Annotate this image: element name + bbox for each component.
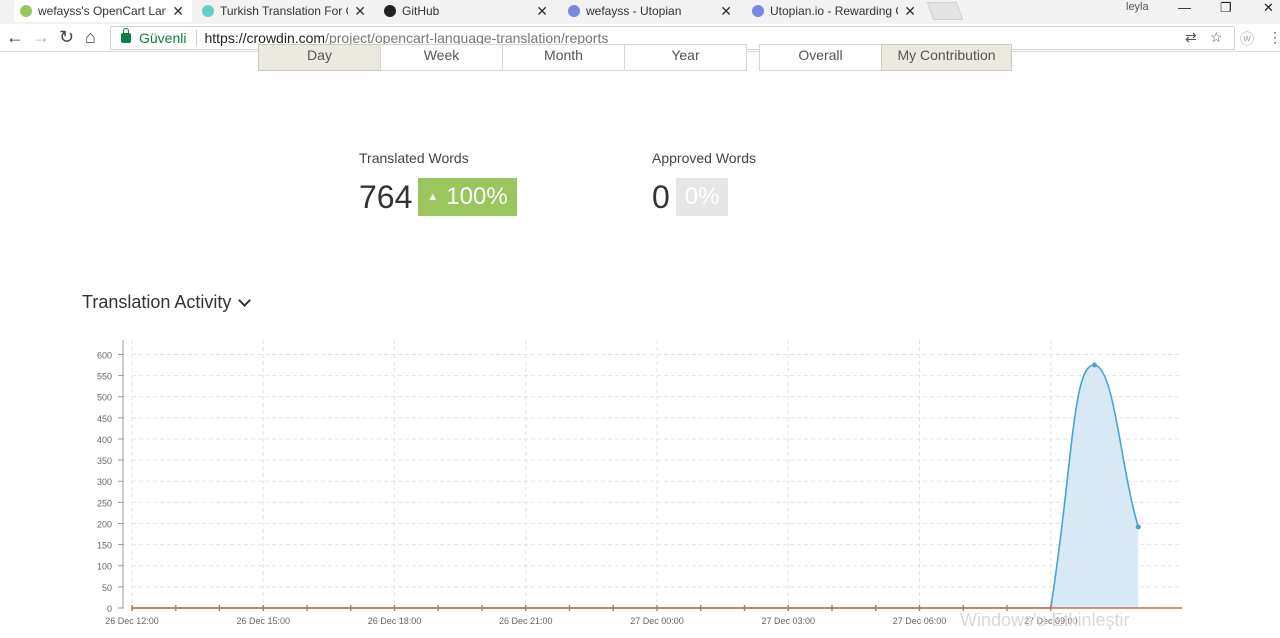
tab-month[interactable]: Month xyxy=(502,44,625,71)
forward-icon[interactable]: → xyxy=(32,27,50,47)
x-tick-label: 26 Dec 12:00 xyxy=(105,616,159,626)
stat-value: 764 xyxy=(359,178,413,215)
tab-github[interactable]: GitHub ✕ xyxy=(378,0,556,22)
crowdin-icon xyxy=(20,5,32,17)
y-tick-label: 550 xyxy=(97,372,112,382)
tab-label: GitHub xyxy=(402,4,440,18)
tab-label: wefayss - Utopian xyxy=(586,4,682,18)
menu-icon[interactable]: ⋮ xyxy=(1268,29,1280,46)
x-tick-label: 26 Dec 15:00 xyxy=(236,616,290,626)
bookmark-star-icon[interactable]: ☆ xyxy=(1210,29,1223,46)
close-icon[interactable]: ✕ xyxy=(536,3,548,20)
close-icon[interactable]: ✕ xyxy=(354,3,366,20)
y-tick-label: 100 xyxy=(97,562,112,572)
period-tab-group: Day Week Month Year xyxy=(258,44,747,71)
secure-label: Güvenli xyxy=(139,30,187,46)
x-tick-label: 27 Dec 06:00 xyxy=(893,616,947,626)
translation-activity-chart: 0 50 100 150 200 250 300 350 400 450 500 550 600 26 D… xyxy=(97,340,1182,626)
tab-label: Turkish Translation For O xyxy=(220,4,349,18)
tab-label: Utopian.io - Rewarding C xyxy=(770,4,899,18)
y-tick-label: 600 xyxy=(97,350,112,360)
percent-badge: ▲ 100% xyxy=(418,178,517,216)
y-tick-label: 150 xyxy=(97,541,112,551)
windows-activation-watermark: Windows'u Etkinleştir xyxy=(960,610,1130,630)
window-close-icon[interactable]: ✕ xyxy=(1263,0,1274,16)
new-tab-button[interactable] xyxy=(926,2,964,20)
tab-strip: wefayss's OpenCart Lang ✕ Turkish Transl… xyxy=(0,0,1280,24)
profile-name[interactable]: leyla xyxy=(1126,1,1149,13)
tab-day[interactable]: Day xyxy=(258,44,381,71)
wordpress-extension-icon[interactable]: ⓦ xyxy=(1240,29,1254,49)
y-tick-label: 400 xyxy=(97,435,112,445)
utopian-icon xyxy=(752,5,764,17)
series-line xyxy=(132,364,1140,609)
stat-label: Translated Words xyxy=(359,150,469,166)
translate-icon[interactable]: ⇄ xyxy=(1185,29,1197,46)
scope-tab-group: Overall My Contribution xyxy=(759,44,1012,71)
y-tick-label: 200 xyxy=(97,519,112,529)
y-tick-label: 450 xyxy=(97,414,112,424)
utopian-icon xyxy=(568,5,580,17)
home-icon[interactable]: ⌂ xyxy=(85,27,96,47)
restore-icon[interactable]: ❐ xyxy=(1220,0,1232,16)
tab-crowdin[interactable]: wefayss's OpenCart Lang ✕ xyxy=(14,0,192,22)
y-tick-label: 250 xyxy=(97,498,112,508)
badge-text: 100% xyxy=(446,183,508,210)
utopian-icon xyxy=(202,5,214,17)
translated-words-stat: Translated Words 764 ▲ 100% xyxy=(359,150,517,216)
chevron-down-icon xyxy=(238,293,252,307)
tab-utopian-io[interactable]: Utopian.io - Rewarding C ✕ xyxy=(746,0,924,22)
y-tick-label: 0 xyxy=(107,604,112,614)
section-title: Translation Activity xyxy=(82,292,232,312)
x-tick-label: 27 Dec 03:00 xyxy=(761,616,815,626)
series-area xyxy=(132,364,1139,608)
minimize-icon[interactable]: — xyxy=(1178,0,1191,15)
divider xyxy=(196,30,198,46)
tab-year[interactable]: Year xyxy=(624,44,747,71)
badge-text: 0% xyxy=(684,183,720,210)
y-tick-label: 350 xyxy=(97,456,112,466)
x-tick-label: 26 Dec 18:00 xyxy=(368,616,422,626)
x-tick-label: 27 Dec 00:00 xyxy=(630,616,684,626)
tab-turkish-translation[interactable]: Turkish Translation For O ✕ xyxy=(196,0,374,22)
y-tick-label: 50 xyxy=(102,583,112,593)
tab-week[interactable]: Week xyxy=(380,44,503,71)
percent-badge: 0% xyxy=(675,178,729,216)
approved-words-stat: Approved Words 0 0% xyxy=(652,150,756,216)
reload-icon[interactable]: ↻ xyxy=(59,27,74,47)
stat-label: Approved Words xyxy=(652,150,757,166)
tab-label: wefayss's OpenCart Lang xyxy=(38,4,167,18)
data-point xyxy=(1135,524,1141,530)
y-tick-label: 300 xyxy=(97,477,112,487)
tab-utopian-profile[interactable]: wefayss - Utopian ✕ xyxy=(562,0,740,22)
close-icon[interactable]: ✕ xyxy=(720,3,732,20)
lock-icon xyxy=(121,28,131,43)
tab-overall[interactable]: Overall xyxy=(759,44,882,71)
arrow-up-icon: ▲ xyxy=(427,191,439,203)
translation-activity-header[interactable]: Translation Activity xyxy=(82,292,252,313)
stat-value: 0 xyxy=(652,178,670,215)
data-point xyxy=(1092,362,1097,368)
close-icon[interactable]: ✕ xyxy=(904,3,916,20)
github-icon xyxy=(384,5,396,17)
tab-my-contribution[interactable]: My Contribution xyxy=(881,44,1012,71)
back-icon[interactable]: ← xyxy=(6,27,24,47)
close-icon[interactable]: ✕ xyxy=(172,3,184,20)
y-tick-label: 500 xyxy=(97,393,112,403)
x-tick-label: 26 Dec 21:00 xyxy=(499,616,553,626)
